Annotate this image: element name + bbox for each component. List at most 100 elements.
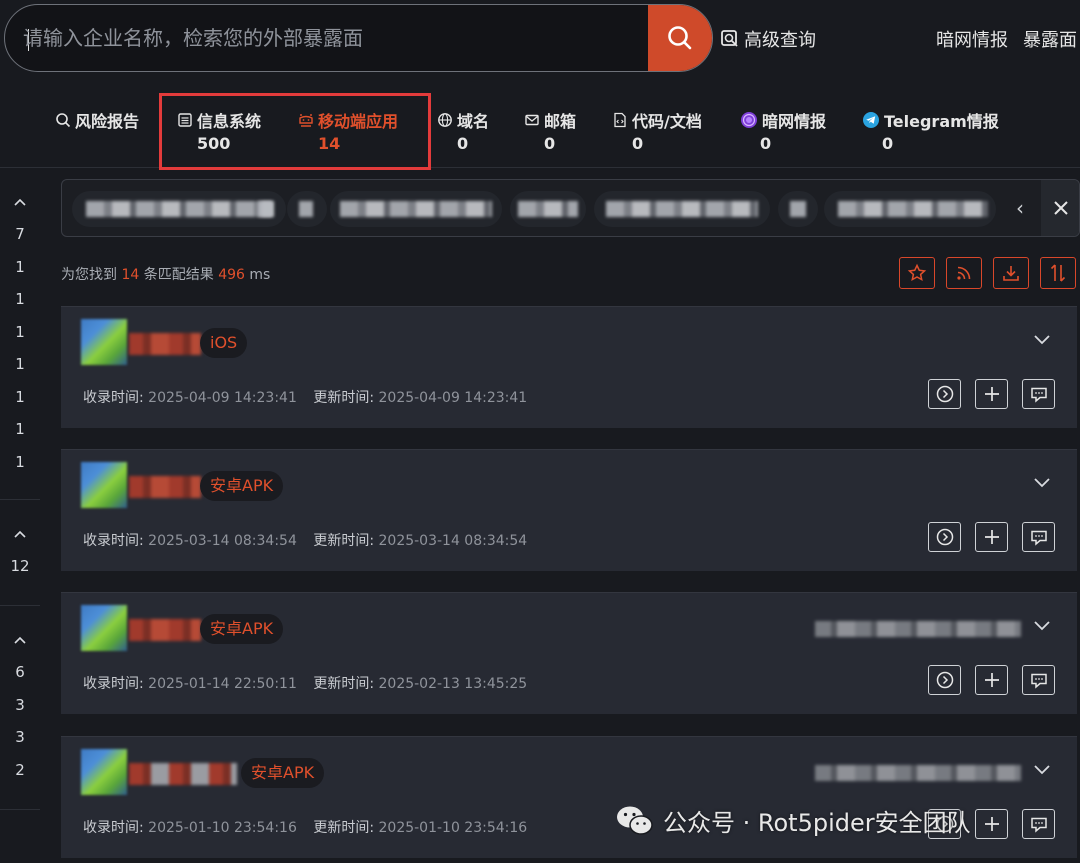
rail-count[interactable]: 6	[0, 656, 40, 689]
comment-button[interactable]	[1022, 522, 1055, 552]
open-detail-button[interactable]	[928, 522, 961, 552]
top-nav-darkweb[interactable]: 暗网情报	[936, 26, 1008, 52]
redacted-text	[838, 201, 988, 217]
rail-group-2: 12	[0, 518, 40, 606]
download-button[interactable]	[993, 257, 1029, 289]
search-input[interactable]	[23, 5, 643, 71]
subscribe-button[interactable]	[946, 257, 982, 289]
result-card[interactable]: 安卓APK 收录时间: 2025-03-14 08:34:54 更新时间: 20…	[61, 449, 1077, 571]
rail-count[interactable]: 1	[0, 446, 40, 479]
filter-chip[interactable]	[594, 191, 770, 227]
tab-code-docs[interactable]: 代码/文档 0	[612, 108, 702, 153]
tab-telegram[interactable]: Telegram情报 0	[862, 108, 999, 153]
collected-time: 2025-01-14 22:50:11	[148, 676, 297, 692]
chevron-up-icon[interactable]	[0, 624, 40, 656]
rail-count[interactable]: 1	[0, 251, 40, 284]
chevron-down-icon[interactable]	[1033, 763, 1051, 775]
tab-count: 0	[882, 134, 894, 153]
star-icon	[907, 263, 927, 282]
rail-count[interactable]: 1	[0, 316, 40, 349]
chevron-down-icon[interactable]	[1033, 333, 1051, 345]
plus-icon	[984, 530, 999, 544]
chevron-down-icon[interactable]	[1033, 619, 1051, 631]
collected-label: 收录时间:	[83, 820, 144, 836]
top-bar: 高级查询 暗网情报 暴露面	[0, 0, 1080, 88]
add-button[interactable]	[975, 665, 1008, 695]
app-icon	[81, 605, 127, 651]
sort-icon	[1050, 264, 1066, 282]
comment-button[interactable]	[1022, 665, 1055, 695]
rail-count[interactable]: 1	[0, 283, 40, 316]
redacted-info	[815, 621, 1021, 637]
redacted-text	[258, 201, 272, 217]
advanced-search-icon	[721, 30, 738, 47]
rail-count[interactable]: 3	[0, 689, 40, 722]
redacted-text	[790, 201, 806, 217]
filter-chip[interactable]	[330, 191, 502, 227]
favorite-button[interactable]	[899, 257, 935, 289]
result-meta: 收录时间: 2025-04-09 14:23:41 更新时间: 2025-04-…	[83, 387, 527, 407]
result-count: 14	[121, 267, 140, 283]
search-button[interactable]	[648, 5, 712, 71]
rail-count[interactable]: 12	[0, 550, 40, 583]
result-card[interactable]: 安卓APK 收录时间: 2025-01-10 23:54:16 更新时间: 20…	[61, 736, 1077, 858]
comment-icon	[1030, 673, 1047, 689]
collected-time: 2025-04-09 14:23:41	[148, 390, 297, 406]
chevron-down-icon[interactable]	[1033, 476, 1051, 488]
redacted-text	[299, 201, 313, 217]
filter-chip[interactable]	[824, 191, 996, 227]
filter-rail: 7 1 1 1 1 1 1 1 12 6 3 3 2	[0, 172, 40, 863]
tab-domains[interactable]: 域名 0	[437, 108, 489, 153]
add-button[interactable]	[975, 522, 1008, 552]
comment-button[interactable]	[1022, 379, 1055, 409]
add-button[interactable]	[975, 809, 1008, 839]
search-box	[4, 4, 713, 72]
redacted-app-name	[129, 476, 201, 498]
rail-count[interactable]: 7	[0, 218, 40, 251]
open-detail-button[interactable]	[928, 665, 961, 695]
chevron-up-icon[interactable]	[0, 518, 40, 550]
tab-label: 域名	[457, 112, 490, 131]
chevron-left-icon[interactable]: ‹	[1000, 180, 1040, 236]
result-summary: 为您找到 14 条匹配结果 496 ms	[61, 264, 270, 284]
wechat-watermark: 公众号 · Rot5pider安全团队	[615, 803, 971, 838]
tab-email[interactable]: 邮箱 0	[524, 108, 576, 153]
result-actions	[928, 665, 1055, 695]
code-doc-icon	[614, 112, 626, 128]
top-nav-exposure[interactable]: 暴露面	[1023, 26, 1077, 52]
advanced-query-link[interactable]: 高级查询	[720, 26, 816, 52]
redacted-info	[815, 765, 1021, 781]
result-card[interactable]: iOS 收录时间: 2025-04-09 14:23:41 更新时间: 2025…	[61, 306, 1077, 428]
updated-time: 2025-04-09 14:23:41	[378, 390, 528, 406]
plus-icon	[984, 387, 999, 401]
sort-button[interactable]	[1040, 257, 1076, 289]
updated-time: 2025-02-13 13:45:25	[378, 676, 528, 692]
summary-prefix: 为您找到	[61, 267, 117, 283]
platform-tag: iOS	[200, 328, 248, 358]
rail-count[interactable]: 1	[0, 413, 40, 446]
clear-filters-button[interactable]	[1041, 180, 1079, 236]
redacted-app-name	[129, 619, 201, 641]
search-icon	[668, 26, 692, 50]
redacted-text	[86, 201, 274, 217]
result-meta: 收录时间: 2025-01-14 22:50:11 更新时间: 2025-02-…	[83, 673, 527, 693]
app-icon	[81, 319, 127, 365]
wechat-icon	[617, 806, 653, 835]
updated-label: 更新时间:	[313, 676, 375, 692]
tor-icon	[741, 112, 757, 128]
chevron-up-icon[interactable]	[0, 186, 40, 218]
result-card[interactable]: 安卓APK 收录时间: 2025-01-14 22:50:11 更新时间: 20…	[61, 592, 1077, 714]
comment-button[interactable]	[1022, 809, 1055, 839]
redacted-text	[606, 201, 758, 217]
tab-risk-report[interactable]: 风险报告	[55, 108, 139, 132]
summary-middle: 条匹配结果	[143, 267, 214, 283]
rail-count[interactable]: 3	[0, 721, 40, 754]
redacted-dot	[510, 191, 586, 227]
open-detail-button[interactable]	[928, 379, 961, 409]
rail-count[interactable]: 2	[0, 754, 40, 787]
rail-count[interactable]: 1	[0, 381, 40, 414]
tab-label: 邮箱	[544, 112, 577, 131]
add-button[interactable]	[975, 379, 1008, 409]
rail-count[interactable]: 1	[0, 348, 40, 381]
tab-darkweb[interactable]: 暗网情报 0	[740, 108, 826, 153]
